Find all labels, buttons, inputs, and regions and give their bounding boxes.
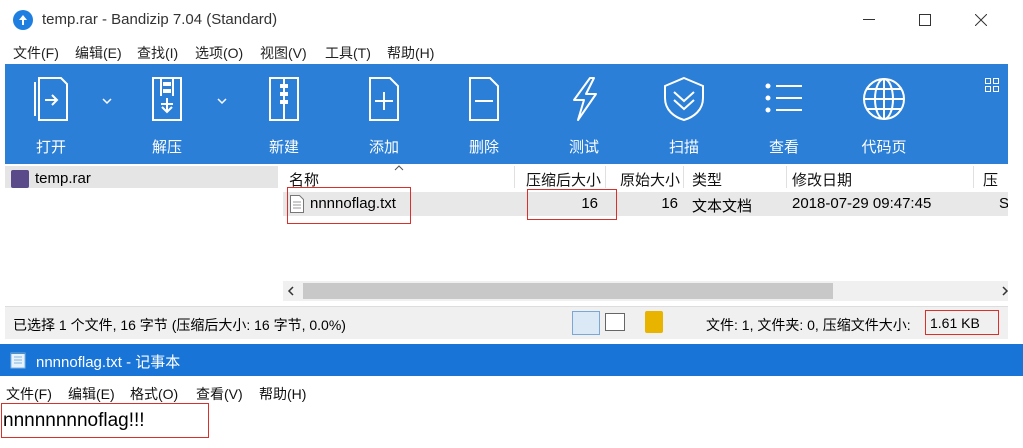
scan-label: 扫描	[668, 139, 699, 156]
column-divider[interactable]	[683, 166, 684, 188]
column-divider[interactable]	[514, 166, 515, 188]
extract-label: 解压	[151, 139, 182, 156]
file-original-size: 16	[661, 195, 678, 212]
file-modified: 2018-07-29 09:47:45	[792, 195, 932, 212]
horizontal-scrollbar[interactable]	[283, 281, 1015, 301]
codepage-label: 代码页	[861, 139, 907, 156]
notepad-icon	[10, 352, 26, 369]
status-archive-summary: 文件: 1, 文件夹: 0, 压缩文件大小:	[706, 317, 911, 333]
extract-button[interactable]: 解压	[131, 64, 203, 164]
open-dropdown-icon[interactable]	[101, 96, 113, 106]
column-modified-header[interactable]: 修改日期	[792, 169, 852, 190]
notepad-menu-edit[interactable]: 编辑(E)	[68, 384, 115, 404]
notepad-menu-view[interactable]: 查看(V)	[196, 384, 243, 404]
preview-view-icon[interactable]	[605, 313, 625, 331]
new-archive-icon	[269, 77, 299, 121]
close-button[interactable]	[953, 0, 1009, 40]
column-type-header[interactable]: 类型	[692, 169, 722, 190]
title-bar: temp.rar - Bandizip 7.04 (Standard)	[0, 0, 1023, 40]
column-divider[interactable]	[973, 166, 974, 188]
notepad-title-bar: nnnnoflag.txt - 记事本	[0, 344, 1023, 376]
test-icon	[573, 77, 597, 121]
globe-icon	[863, 78, 905, 120]
bandizip-window: temp.rar - Bandizip 7.04 (Standard) 文件(F…	[0, 0, 1023, 340]
minimize-button[interactable]	[841, 0, 897, 40]
status-bar: 已选择 1 个文件, 16 字节 (压缩后大小: 16 字节, 0.0%) 文件…	[5, 306, 1020, 339]
add-icon	[369, 77, 399, 121]
column-packed-header[interactable]: 压缩后大小	[526, 169, 601, 190]
extract-icon	[152, 77, 182, 121]
bandizip-logo-icon	[13, 10, 33, 30]
highlight-box	[527, 189, 617, 220]
view-button[interactable]: 查看	[748, 64, 820, 164]
status-selection: 已选择 1 个文件, 16 字节 (压缩后大小: 16 字节, 0.0%)	[13, 317, 346, 333]
menu-options[interactable]: 选项(O)	[195, 43, 243, 63]
archive-info-icon[interactable]	[645, 311, 663, 333]
open-label: 打开	[35, 139, 66, 156]
tree-item-label: temp.rar	[35, 170, 91, 187]
highlight-box	[1, 403, 209, 438]
delete-button[interactable]: 删除	[448, 64, 520, 164]
notepad-window: nnnnoflag.txt - 记事本 文件(F) 编辑(E) 格式(O) 查看…	[0, 344, 1023, 448]
details-view-icon[interactable]	[572, 311, 600, 335]
view-list-icon	[765, 83, 802, 113]
view-label: 查看	[768, 139, 799, 156]
menu-view[interactable]: 视图(V)	[260, 43, 307, 63]
test-button[interactable]: 测试	[548, 64, 620, 164]
sort-ascending-icon	[394, 165, 404, 171]
new-archive-button[interactable]: 新建	[248, 64, 320, 164]
new-archive-label: 新建	[268, 139, 299, 156]
menu-edit[interactable]: 编辑(E)	[75, 43, 122, 63]
toolbar: 打开 解压 新建 添加 删除 测试 扫描 查看 代码页	[5, 64, 1015, 164]
column-divider[interactable]	[605, 166, 606, 188]
rar-archive-icon	[11, 170, 29, 188]
status-archive-size: 1.61 KB	[925, 310, 999, 335]
scroll-left-icon[interactable]	[287, 286, 295, 296]
menu-find[interactable]: 查找(I)	[137, 43, 178, 63]
tree-item-root[interactable]: temp.rar	[5, 166, 278, 188]
file-type: 文本文档	[692, 198, 753, 215]
scrollbar-thumb[interactable]	[303, 283, 833, 299]
scan-shield-icon	[664, 76, 704, 122]
notepad-menu-format[interactable]: 格式(O)	[130, 384, 178, 404]
maximize-button[interactable]	[897, 0, 953, 40]
column-divider[interactable]	[786, 166, 787, 188]
extract-dropdown-icon[interactable]	[216, 96, 228, 106]
menu-file[interactable]: 文件(F)	[13, 43, 59, 63]
open-button[interactable]: 打开	[15, 64, 87, 164]
column-original-header[interactable]: 原始大小	[620, 169, 680, 190]
delete-icon	[469, 77, 499, 121]
test-label: 测试	[568, 139, 599, 156]
codepage-button[interactable]: 代码页	[848, 64, 920, 164]
open-icon	[34, 77, 68, 121]
delete-label: 删除	[468, 139, 499, 156]
add-button[interactable]: 添加	[348, 64, 420, 164]
window-title: temp.rar - Bandizip 7.04 (Standard)	[42, 11, 278, 28]
notepad-menu-help[interactable]: 帮助(H)	[259, 384, 306, 404]
notepad-title: nnnnoflag.txt - 记事本	[36, 354, 181, 371]
background-window	[1008, 40, 1023, 340]
highlight-box	[287, 187, 411, 224]
menu-help[interactable]: 帮助(H)	[387, 43, 434, 63]
scan-button[interactable]: 扫描	[648, 64, 720, 164]
menu-bar: 文件(F) 编辑(E) 查找(I) 选项(O) 视图(V) 工具(T) 帮助(H…	[0, 40, 1023, 64]
menu-tools[interactable]: 工具(T)	[325, 43, 371, 63]
grid-menu-icon[interactable]	[985, 78, 999, 92]
add-label: 添加	[368, 139, 399, 156]
notepad-menu-file[interactable]: 文件(F)	[6, 384, 52, 404]
folder-tree: temp.rar	[5, 164, 278, 304]
